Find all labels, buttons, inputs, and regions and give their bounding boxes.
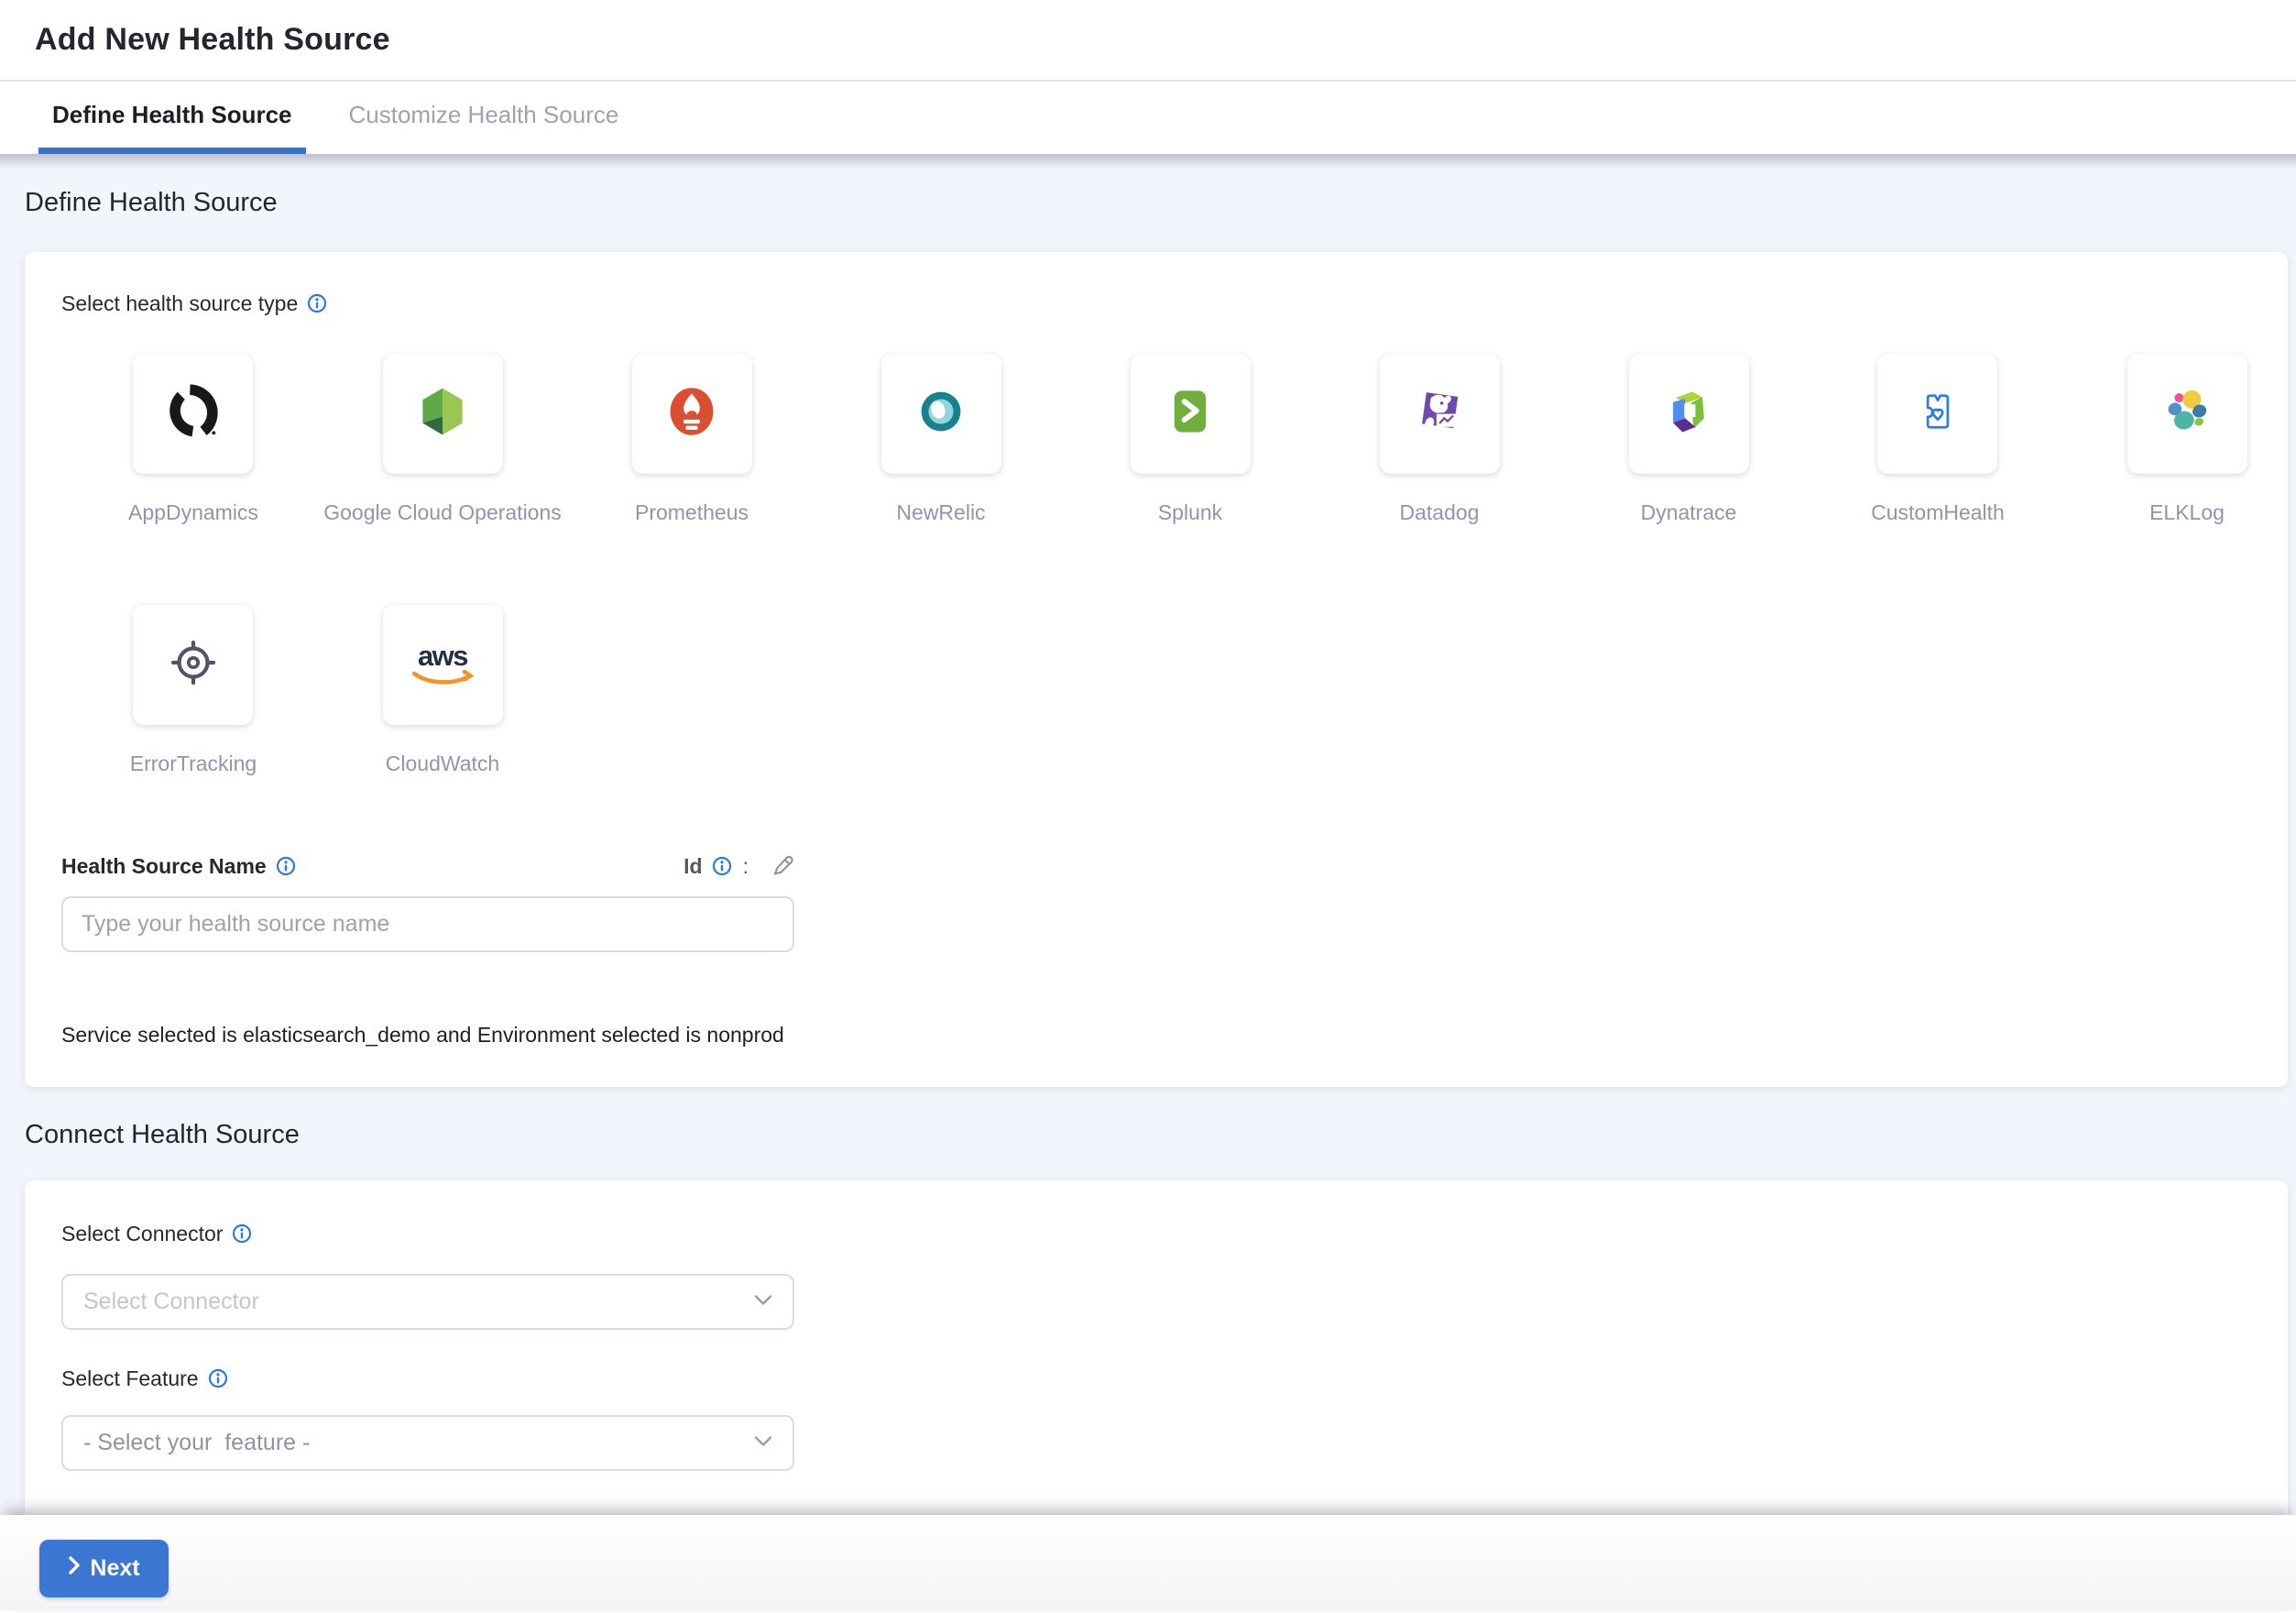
source-label: CloudWatch: [386, 751, 499, 776]
health-source-name-label: Health Source Name: [61, 853, 267, 879]
source-cell: NewRelic: [881, 354, 1001, 525]
select-connector-label-row: Select Connector: [61, 1221, 2251, 1246]
id-group: Id :: [683, 853, 794, 879]
source-tile-prometheus[interactable]: [632, 354, 752, 474]
errortracking-icon: [166, 635, 221, 695]
source-cell: aws CloudWatch: [383, 605, 503, 776]
source-label: ErrorTracking: [130, 751, 257, 776]
health-source-type-grid: AppDynamics Google Cloud Operations: [69, 354, 2251, 776]
select-feature-label-row: Select Feature: [61, 1366, 2251, 1391]
connect-health-source-card: Select Connector Select Connector Select…: [25, 1180, 2288, 1515]
google-cloud-operations-icon: [415, 384, 470, 444]
wizard-tabbar: Define Health Source Customize Health So…: [0, 82, 2296, 154]
edit-id-icon[interactable]: [769, 853, 794, 879]
wizard-footer: Next: [0, 1515, 2296, 1611]
source-label: Splunk: [1158, 499, 1222, 525]
source-tile-cloudwatch[interactable]: aws: [383, 605, 503, 725]
source-tile-errortracking[interactable]: [133, 605, 253, 725]
tab-label: Define Health Source: [52, 101, 292, 129]
select-type-label-row: Select health source type: [61, 291, 2251, 316]
info-icon[interactable]: [712, 856, 732, 876]
source-tile-dynatrace[interactable]: [1629, 354, 1749, 474]
source-cell: Prometheus: [632, 354, 752, 525]
source-tile-google-cloud-operations[interactable]: [383, 354, 503, 474]
source-cell: ELKLog: [2127, 354, 2247, 525]
splunk-icon: [1164, 385, 1217, 443]
source-tile-splunk[interactable]: [1131, 354, 1251, 474]
source-label: AppDynamics: [128, 499, 258, 525]
chevron-right-icon: [68, 1555, 81, 1582]
tab-define-health-source[interactable]: Define Health Source: [38, 82, 306, 154]
info-icon[interactable]: [307, 293, 327, 313]
source-label: NewRelic: [896, 499, 985, 525]
health-source-name-label-group: Health Source Name: [61, 853, 296, 879]
source-tile-appdynamics[interactable]: [133, 354, 253, 474]
prometheus-icon: [664, 384, 719, 444]
source-cell: Google Cloud Operations: [323, 354, 562, 525]
source-label: Prometheus: [635, 499, 749, 525]
connector-select-value: Select Connector: [83, 1289, 259, 1315]
chevron-down-icon: [754, 1435, 772, 1452]
newrelic-icon: [915, 386, 967, 442]
info-icon[interactable]: [276, 856, 296, 876]
source-cell: ErrorTracking: [130, 605, 257, 776]
datadog-icon: [1412, 384, 1467, 444]
source-label: Datadog: [1400, 499, 1480, 525]
customhealth-icon: [1911, 385, 1964, 443]
select-type-label: Select health source type: [61, 291, 298, 316]
source-label: ELKLog: [2149, 499, 2225, 525]
connect-section-heading: Connect Health Source: [25, 1118, 2296, 1151]
define-health-source-card: Select health source type AppDynamics: [25, 252, 2288, 1087]
feature-select[interactable]: - Select your feature -: [61, 1415, 794, 1471]
select-connector-label: Select Connector: [61, 1221, 223, 1246]
wizard-content: Define Health Source Select health sourc…: [0, 154, 2296, 1515]
info-icon[interactable]: [208, 1368, 228, 1388]
source-tile-elklog[interactable]: [2127, 354, 2247, 474]
tab-customize-health-source[interactable]: Customize Health Source: [335, 82, 633, 154]
source-cell: Dynatrace: [1629, 354, 1749, 525]
feature-select-value: - Select your feature -: [83, 1430, 310, 1456]
appdynamics-icon: [165, 383, 222, 444]
elastic-icon: [2160, 385, 2214, 443]
source-tile-datadog[interactable]: [1380, 354, 1500, 474]
source-cell: Datadog: [1380, 354, 1500, 525]
chevron-down-icon: [754, 1294, 772, 1311]
id-label: Id: [683, 854, 702, 879]
source-cell: CustomHealth: [1871, 354, 2005, 525]
next-button-label: Next: [90, 1555, 139, 1582]
source-tile-newrelic[interactable]: [881, 354, 1001, 474]
next-button[interactable]: Next: [39, 1540, 169, 1597]
name-id-row: Health Source Name Id :: [61, 853, 794, 879]
service-environment-note: Service selected is elasticsearch_demo a…: [61, 1022, 2251, 1048]
source-label: Dynatrace: [1641, 499, 1737, 525]
health-source-name-input[interactable]: [61, 896, 794, 952]
id-colon: :: [743, 854, 749, 879]
add-health-source-page: Add New Health Source Define Health Sour…: [0, 0, 2296, 1613]
source-cell: AppDynamics: [128, 354, 258, 525]
dynatrace-icon: [1661, 384, 1716, 444]
source-tile-customhealth[interactable]: [1877, 354, 1997, 474]
info-icon[interactable]: [232, 1223, 252, 1244]
tab-label: Customize Health Source: [349, 101, 619, 129]
source-label: CustomHealth: [1871, 499, 2005, 525]
select-feature-label: Select Feature: [61, 1366, 199, 1391]
source-label: Google Cloud Operations: [323, 499, 562, 525]
connector-select[interactable]: Select Connector: [61, 1274, 794, 1330]
page-title: Add New Health Source: [35, 22, 390, 58]
page-header: Add New Health Source: [0, 0, 2296, 82]
aws-icon: aws: [410, 642, 476, 688]
source-cell: Splunk: [1131, 354, 1251, 525]
define-section-heading: Define Health Source: [25, 186, 2296, 219]
